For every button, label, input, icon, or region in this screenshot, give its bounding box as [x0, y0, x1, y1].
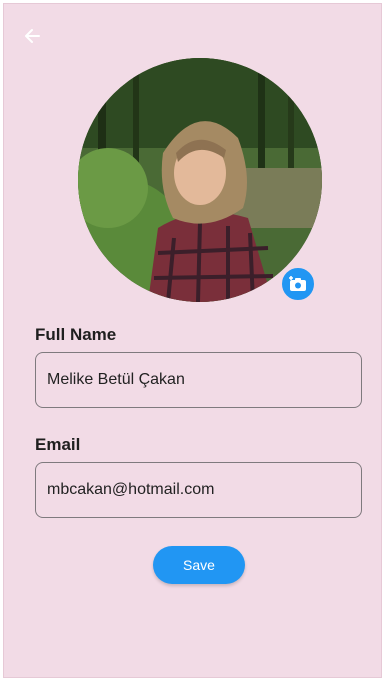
- avatar-container: [78, 58, 322, 302]
- avatar: [78, 58, 322, 302]
- full-name-label: Full Name: [35, 325, 117, 344]
- full-name-input[interactable]: [35, 352, 362, 408]
- profile-photo: [78, 58, 322, 302]
- email-input[interactable]: [35, 462, 362, 518]
- back-button[interactable]: [19, 24, 45, 48]
- add-photo-camera-icon: [289, 276, 306, 291]
- profile-screen: Full Name Email Save: [3, 3, 382, 678]
- email-label: Email: [35, 435, 81, 454]
- change-photo-button[interactable]: [280, 266, 316, 302]
- arrow-left-icon: [25, 29, 40, 43]
- save-button[interactable]: Save: [153, 546, 245, 584]
